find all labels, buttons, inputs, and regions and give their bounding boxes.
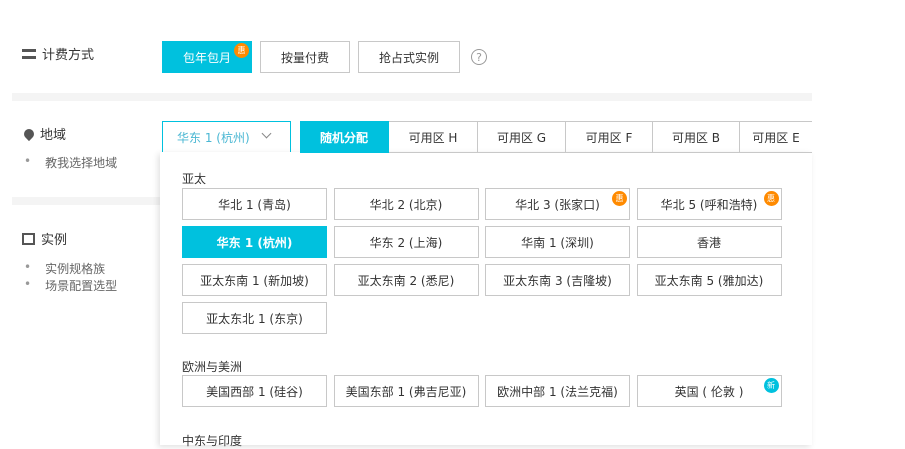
region-group-title: 欧洲与美洲 <box>182 360 243 374</box>
link-choose-region[interactable]: 教我选择地域 <box>24 154 117 171</box>
region-option[interactable]: 华北 5 (呼和浩特) 惠 <box>636 188 782 220</box>
link-instance-family[interactable]: 实例规格族 <box>24 260 105 277</box>
billing-option-label: 抢占式实例 <box>378 50 439 65</box>
region-option[interactable]: 华东 2 (上海) <box>333 226 479 258</box>
region-option-label: 美国东部 1 (弗吉尼亚) <box>345 384 467 399</box>
new-badge: 新 <box>763 378 779 393</box>
region-option[interactable]: 亚太东南 2 (悉尼) <box>333 264 479 296</box>
region-option[interactable]: 华北 3 (张家口) 惠 <box>485 188 630 220</box>
billing-option-button[interactable]: 包年包月惠 <box>162 41 252 73</box>
region-option-label: 欧洲中部 1 (法兰克福) <box>497 384 618 399</box>
billing-option-label: 按量付费 <box>280 50 329 65</box>
region-option[interactable]: 香港 <box>636 226 782 258</box>
billing-icon <box>22 48 36 59</box>
region-option-label: 亚太东南 1 (新加坡) <box>200 273 309 288</box>
region-option[interactable]: 亚太东南 3 (吉隆坡) <box>485 264 630 296</box>
region-option-label: 英国 ( 伦敦 ) <box>674 384 744 399</box>
billing-option-button[interactable]: 抢占式实例 <box>358 41 460 73</box>
region-option[interactable]: 美国东部 1 (弗吉尼亚) <box>333 375 479 407</box>
chevron-down-icon <box>261 128 272 139</box>
region-option-label: 华东 2 (上海) <box>369 235 443 250</box>
region-option-label: 华北 2 (北京) <box>369 197 443 212</box>
region-option-label: 亚太东北 1 (东京) <box>206 311 303 326</box>
discount-badge: 惠 <box>763 191 779 206</box>
region-dropdown: 亚太 华北 1 (青岛) 华北 2 (北京) 华北 3 (张家口) 惠华北 5 (呼和浩… <box>160 152 812 448</box>
billing-label: 计费方式 <box>22 44 94 63</box>
region-option[interactable]: 华东 1 (杭州) <box>182 226 327 258</box>
zone-tab[interactable]: 可用区 E <box>740 121 812 153</box>
discount-badge: 惠 <box>234 43 249 58</box>
region-option[interactable]: 华南 1 (深圳) <box>485 226 630 258</box>
region-option[interactable]: 英国 ( 伦敦 ) 新 <box>636 375 782 407</box>
instance-label: 实例 <box>22 229 67 248</box>
region-option-label: 华南 1 (深圳) <box>521 235 594 250</box>
zone-tab[interactable]: 可用区 H <box>389 121 478 153</box>
zone-tab[interactable]: 随机分配 <box>300 121 389 153</box>
region-group-title: 亚太 <box>182 172 207 186</box>
region-label: 地域 <box>21 124 66 143</box>
region-option[interactable]: 华北 2 (北京) <box>333 188 479 220</box>
region-select[interactable]: 华东 1 (杭州) <box>162 121 291 153</box>
link-scenario-config[interactable]: 场景配置选型 <box>24 277 117 294</box>
region-group-title: 中东与印度 <box>182 434 243 448</box>
region-option[interactable]: 亚太东北 1 (东京) <box>182 302 327 334</box>
zone-tab[interactable]: 可用区 B <box>653 121 740 153</box>
section-divider <box>12 197 162 205</box>
region-option-label: 华北 5 (呼和浩特) <box>660 197 758 212</box>
region-option-label: 香港 <box>696 235 721 250</box>
region-option-label: 美国西部 1 (硅谷) <box>206 384 303 399</box>
instance-icon <box>22 232 35 245</box>
region-option[interactable]: 欧洲中部 1 (法兰克福) <box>485 375 630 407</box>
location-pin-icon <box>21 126 37 141</box>
region-option-label: 亚太东南 2 (悉尼) <box>357 273 455 288</box>
discount-badge: 惠 <box>612 191 627 206</box>
region-option-label: 亚太东南 3 (吉隆坡) <box>503 273 612 288</box>
help-icon[interactable]: ? <box>471 49 487 65</box>
zone-tab[interactable]: 可用区 F <box>566 121 653 153</box>
region-option-label: 华北 3 (张家口) <box>515 197 600 212</box>
region-option[interactable]: 亚太东南 1 (新加坡) <box>182 264 327 296</box>
region-option[interactable]: 美国西部 1 (硅谷) <box>182 375 327 407</box>
region-option-label: 亚太东南 5 (雅加达) <box>654 273 764 288</box>
billing-option-button[interactable]: 按量付费 <box>260 41 350 73</box>
region-option[interactable]: 亚太东南 5 (雅加达) <box>636 264 782 296</box>
region-option[interactable]: 华北 1 (青岛) <box>182 188 327 220</box>
section-divider <box>12 93 812 101</box>
billing-option-label: 包年包月 <box>182 50 231 65</box>
region-option-label: 华北 1 (青岛) <box>218 197 291 212</box>
region-option-label: 华东 1 (杭州) <box>216 235 293 250</box>
zone-tab[interactable]: 可用区 G <box>478 121 566 153</box>
